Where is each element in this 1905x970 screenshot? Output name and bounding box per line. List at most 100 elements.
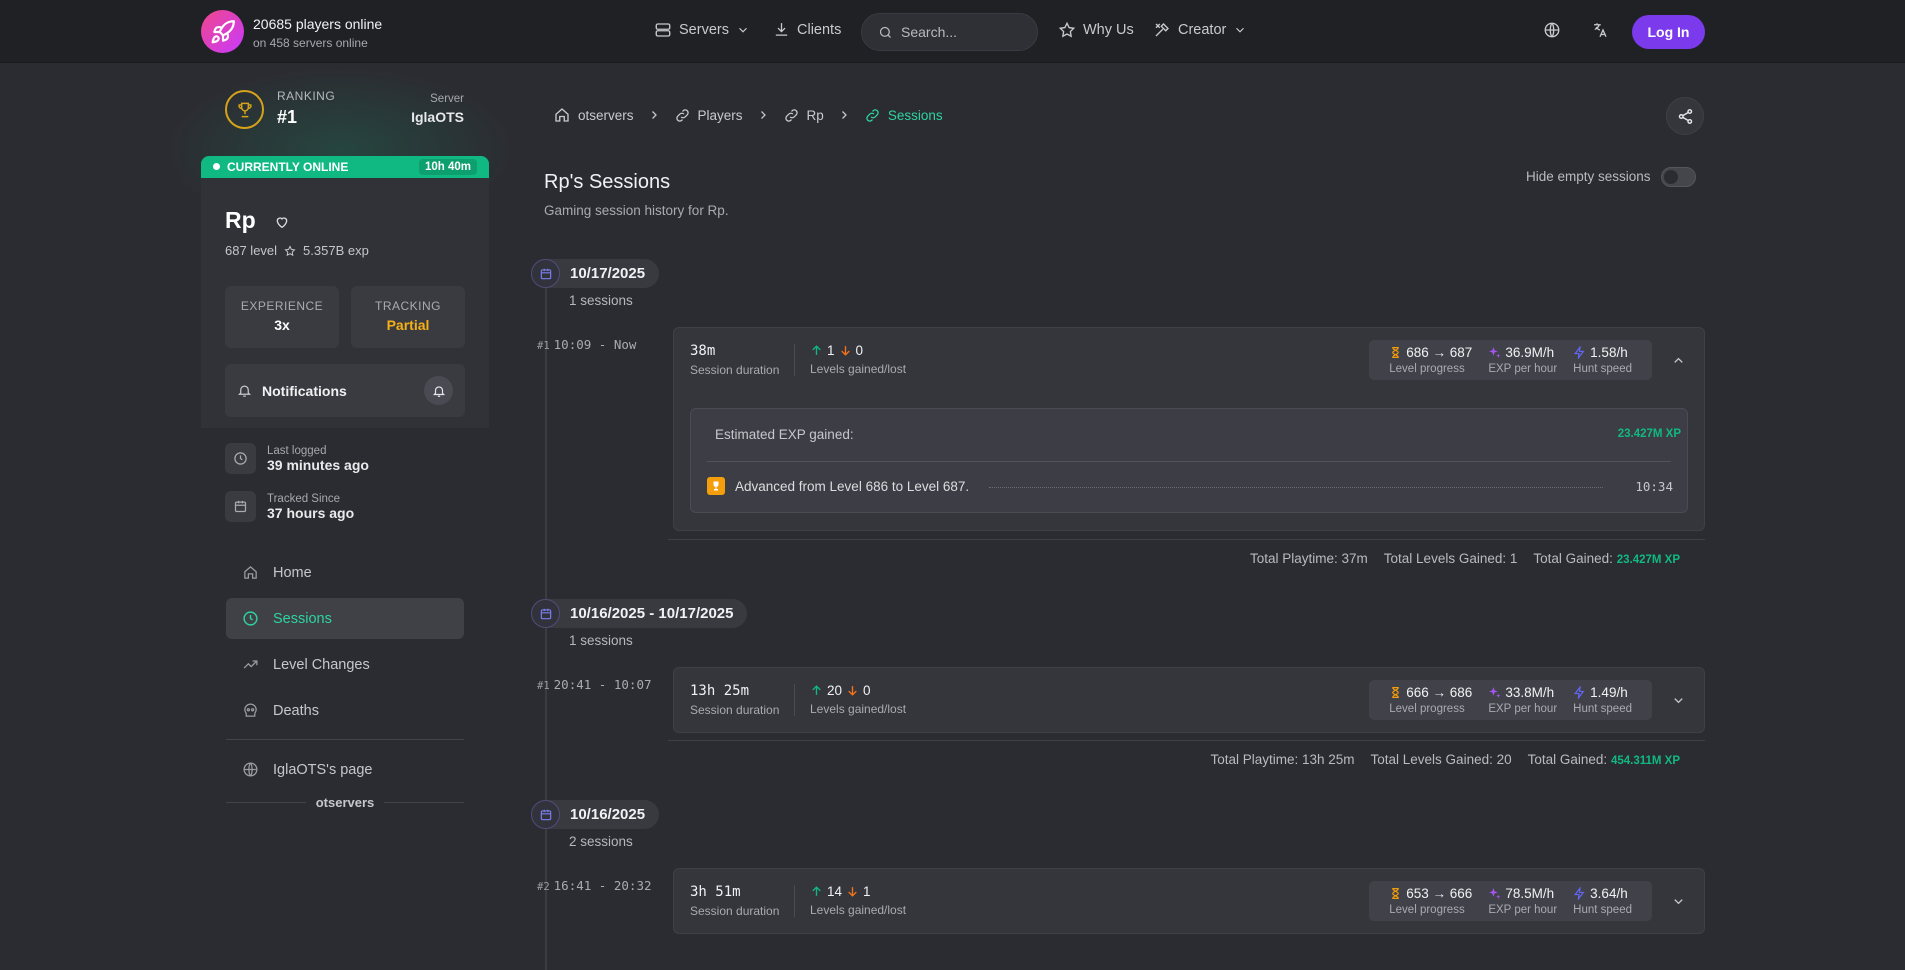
sidebar-item-home[interactable]: Home	[226, 552, 464, 593]
breadcrumb-label: Sessions	[887, 107, 943, 123]
chevron-down-icon	[739, 27, 747, 33]
share-icon	[1678, 108, 1692, 124]
tracked-since-value: 37 hours ago	[267, 504, 355, 521]
group-totals: Total Playtime: 37m Total Levels Gained:…	[1250, 551, 1680, 566]
chevron-up-icon[interactable]	[1671, 353, 1686, 368]
session-time-range: 16:41 - 20:32	[553, 878, 652, 893]
breadcrumb-label: Rp	[806, 107, 824, 123]
breadcrumb: otservers Players Rp Sessions	[553, 106, 943, 124]
hunt-speed: 3.64/h	[1590, 886, 1628, 901]
levels-label: Levels gained/lost	[810, 362, 907, 376]
session-duration: 38m	[690, 343, 716, 359]
page-title: Rp's Sessions	[544, 171, 671, 193]
nav-servers[interactable]: Servers	[654, 21, 750, 39]
estimated-exp-value: 23.427M XP	[1617, 428, 1681, 440]
separator	[794, 885, 795, 917]
sidebar-item-deaths[interactable]: Deaths	[226, 690, 464, 731]
chevron-down-icon[interactable]	[1671, 894, 1686, 909]
session-duration-label: Session duration	[690, 363, 780, 377]
tracked-since-label: Tracked Since	[267, 492, 341, 505]
group-divider	[668, 740, 1705, 741]
arrow-down-icon	[848, 686, 857, 696]
nav-clients[interactable]: Clients	[773, 21, 841, 38]
trophy-icon	[225, 90, 264, 129]
calendar-icon	[531, 259, 560, 288]
bell-icon	[432, 385, 445, 397]
hunt-speed: 1.49/h	[1590, 685, 1628, 700]
chevron-right-icon	[651, 111, 657, 119]
download-icon	[775, 23, 788, 36]
player-level: 687 level	[225, 243, 278, 258]
sidebar-item-server-page[interactable]: IglaOTS's page	[226, 749, 464, 790]
levels-lost: 0	[863, 683, 871, 698]
total-levels: Total Levels Gained: 1	[1383, 551, 1518, 566]
date-header: 10/17/2025	[531, 259, 660, 288]
session-summary-row[interactable]: 13h 25m Session duration 20 0 Levels gai…	[674, 668, 1704, 732]
breadcrumb-otservers[interactable]: otservers	[553, 106, 634, 124]
ranking-value: #1	[277, 107, 298, 127]
level-progress: 686 → 687	[1406, 345, 1473, 360]
separator	[794, 344, 795, 376]
toggle-knob	[1664, 170, 1678, 184]
link-icon	[675, 108, 689, 122]
session-count: 2 sessions	[569, 834, 633, 849]
breadcrumb-label: otservers	[578, 107, 634, 123]
skull-icon	[244, 703, 257, 717]
translate-icon[interactable]	[1591, 21, 1609, 39]
home-icon	[555, 108, 569, 122]
sidebar-item-sessions[interactable]: Sessions	[226, 598, 464, 639]
ranking-label: RANKING	[277, 89, 336, 103]
session-time-label: #1 20:41 - 10:07	[537, 677, 652, 692]
search-input[interactable]: Search...	[861, 13, 1038, 51]
hunt-speed-label: Hunt speed	[1573, 363, 1632, 375]
levels-gained: 1	[827, 343, 835, 358]
arrow-up-icon	[812, 886, 821, 896]
session-duration: 13h 25m	[690, 683, 750, 699]
rocket-logo-icon[interactable]	[201, 10, 244, 53]
date-header: 10/16/2025 - 10/17/2025	[531, 599, 748, 628]
nav-creator[interactable]: Creator	[1153, 21, 1247, 39]
globe-icon[interactable]	[1543, 21, 1561, 39]
hide-empty-toggle[interactable]	[1661, 167, 1696, 187]
share-button[interactable]	[1666, 97, 1704, 135]
sidebar-item-level-changes[interactable]: Level Changes	[226, 644, 464, 685]
session-count: 1 sessions	[569, 293, 633, 308]
breadcrumb-player[interactable]: Rp	[783, 107, 824, 124]
levels-lost: 0	[855, 343, 864, 358]
chevron-down-icon[interactable]	[1671, 693, 1686, 708]
date-label: 10/16/2025 - 10/17/2025	[570, 605, 734, 622]
session-metrics: 653 → 666 Level progress 78.5M/h EXP per…	[1369, 881, 1652, 921]
sidebar-item-label: Home	[273, 564, 312, 581]
experience-value: 3x	[274, 317, 290, 333]
levels-gained: 20	[827, 683, 843, 698]
session-time-label: #2 16:41 - 20:32	[537, 878, 652, 893]
site-label: otservers	[226, 795, 464, 810]
sidebar-divider	[226, 739, 464, 740]
trending-up-icon	[243, 660, 258, 669]
session-summary-row[interactable]: 3h 51m Session duration 14 1 Levels gain…	[674, 869, 1704, 933]
sparkles-icon	[1489, 347, 1501, 358]
session-duration-label: Session duration	[690, 703, 780, 717]
breadcrumb-players[interactable]: Players	[674, 107, 743, 124]
lightning-icon	[1574, 686, 1585, 699]
login-button[interactable]: Log In	[1632, 15, 1705, 49]
nav-why-us[interactable]: Why Us	[1058, 21, 1134, 39]
tracking-stat: TRACKING Partial	[351, 286, 465, 348]
session-time-label: #1 10:09 - Now	[537, 337, 636, 352]
link-icon	[866, 108, 879, 122]
levels-label: Levels gained/lost	[810, 702, 907, 716]
hunt-speed: 1.58/h	[1590, 345, 1628, 360]
breadcrumb-sessions[interactable]: Sessions	[864, 107, 943, 124]
session-count: 1 sessions	[569, 633, 633, 648]
session-summary-row[interactable]: 38m Session duration 1 0 Levels gained/l…	[674, 328, 1704, 392]
session-duration-label: Session duration	[690, 904, 780, 918]
player-exp: 5.357B exp	[303, 243, 369, 258]
tracked-since-row: Tracked Since 37 hours ago	[225, 491, 354, 522]
server-name[interactable]: IglaOTS	[411, 109, 464, 125]
notifications-bell-button[interactable]	[424, 376, 453, 405]
calendar-icon	[531, 800, 560, 829]
exp-per-hour: 33.8M/h	[1505, 685, 1555, 700]
dotted-leader	[989, 487, 1603, 488]
lightning-icon	[1574, 346, 1585, 359]
heart-icon[interactable]	[274, 214, 290, 230]
